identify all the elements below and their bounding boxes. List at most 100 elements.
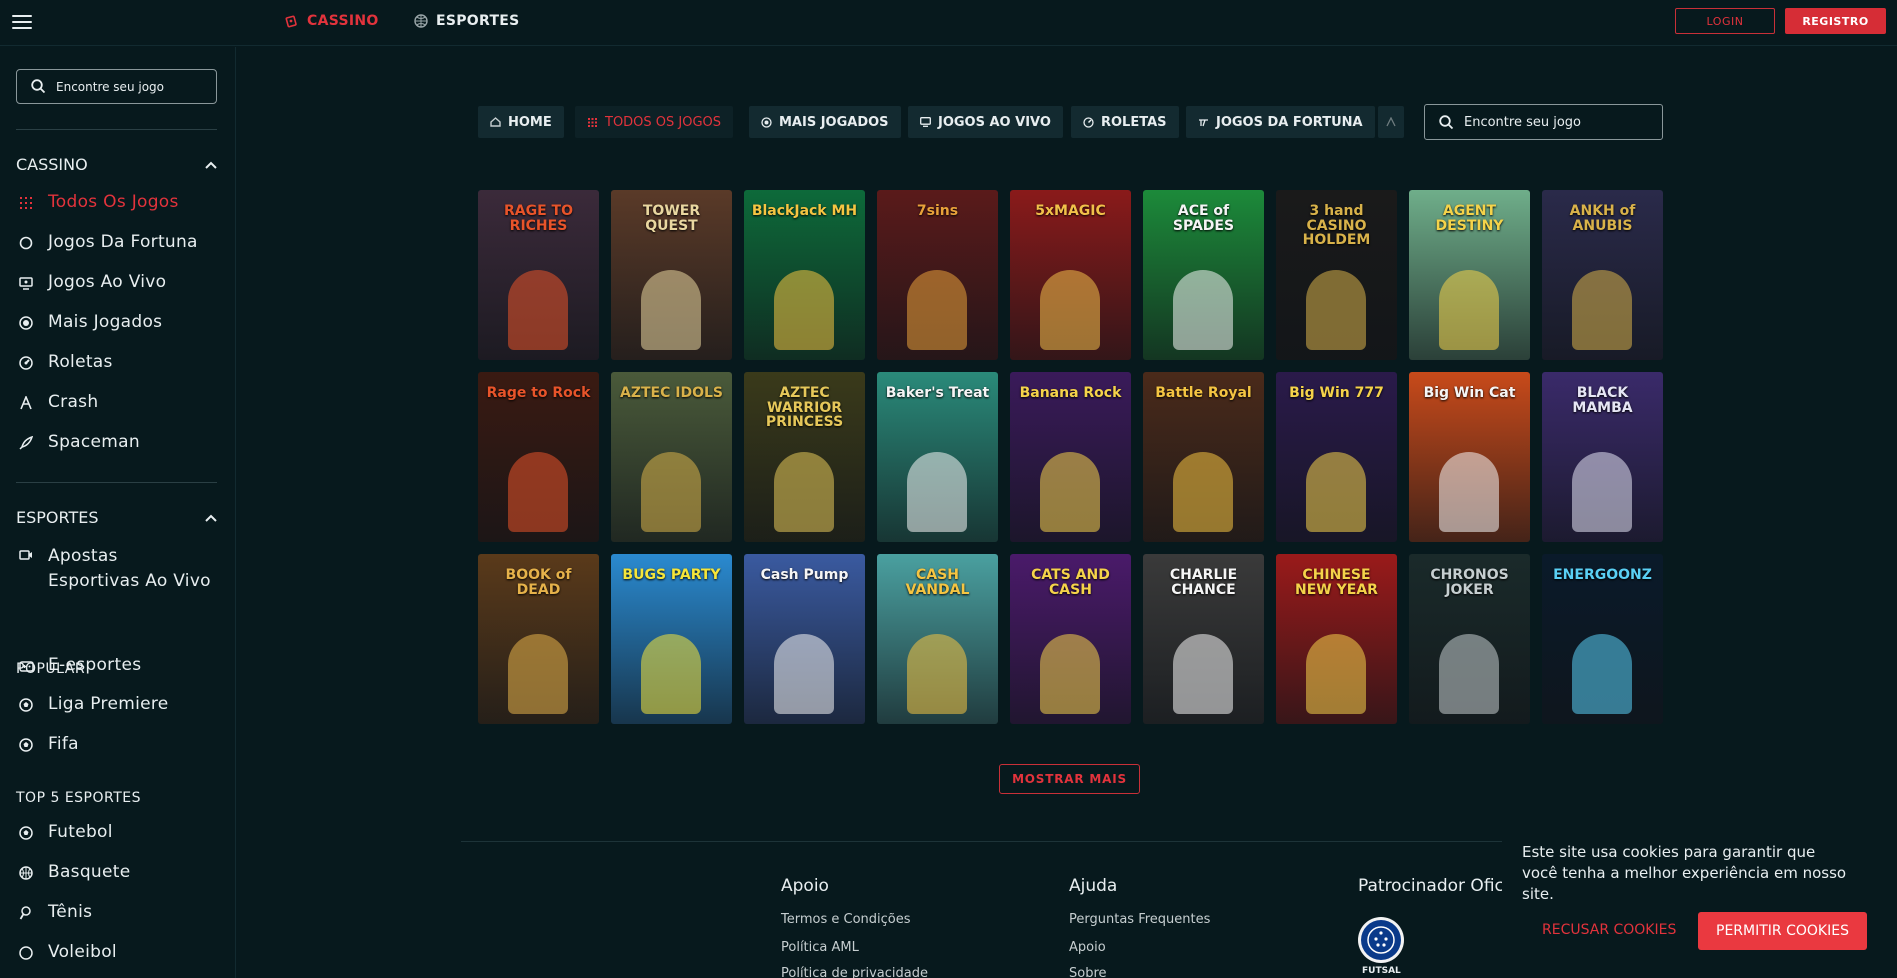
grid-icon [587, 117, 598, 128]
game-tile[interactable]: ANKH of ANUBIS [1542, 190, 1663, 360]
reject-cookies-button[interactable]: RECUSAR COOKIES [1542, 922, 1676, 938]
tennis-icon [18, 905, 34, 921]
nav-esportes[interactable]: ESPORTES [414, 13, 520, 29]
esportes-section-header[interactable]: ESPORTES [16, 508, 217, 527]
sidebar-item-fifa[interactable]: Fifa [18, 734, 79, 754]
tab-roletas[interactable]: ROLETAS [1071, 106, 1179, 138]
game-art [907, 270, 967, 350]
game-tile[interactable]: CATS AND CASH [1010, 554, 1131, 724]
game-title: CASH VANDAL [905, 567, 970, 598]
login-button[interactable]: LOGIN [1675, 8, 1775, 34]
footer-link[interactable]: Perguntas Frequentes [1069, 912, 1210, 927]
tab-mais-jogados[interactable]: MAIS JOGADOS [749, 106, 901, 138]
top5-header: TOP 5 ESPORTES [16, 790, 142, 806]
game-art [1306, 452, 1366, 532]
game-tile[interactable]: AGENT DESTINY [1409, 190, 1530, 360]
apostas-line2: Esportivas Ao Vivo [48, 571, 211, 591]
sidebar-item-label: Crash [48, 392, 99, 412]
soccer-ball-icon [18, 697, 34, 713]
sidebar-item-jogos-da-fortuna[interactable]: Jogos Da Fortuna [18, 232, 198, 252]
game-tile[interactable]: ENERGOONZ [1542, 554, 1663, 724]
sidebar-item-todos-os-jogos[interactable]: Todos Os Jogos [18, 192, 179, 212]
game-tile[interactable]: BLACK MAMBA [1542, 372, 1663, 542]
game-tile[interactable]: 5xMAGIC [1010, 190, 1131, 360]
game-title: 7sins [916, 203, 959, 219]
sidebar-item-tenis[interactable]: Tênis [18, 902, 92, 922]
game-tile[interactable]: Banana Rock [1010, 372, 1131, 542]
game-tile[interactable]: Baker's Treat [877, 372, 998, 542]
game-tile[interactable]: BUGS PARTY [611, 554, 732, 724]
game-title: CHARLIE CHANCE [1169, 567, 1238, 598]
cassino-section-header[interactable]: CASSINO [16, 155, 217, 174]
game-tile[interactable]: Cash Pump [744, 554, 865, 724]
sidebar-item-futebol[interactable]: Futebol [18, 822, 113, 842]
game-art [1040, 270, 1100, 350]
footer-link[interactable]: Termos e Condições [781, 912, 911, 927]
fortune-icon [1198, 117, 1209, 128]
game-tile[interactable]: ACE of SPADES [1143, 190, 1264, 360]
sidebar-item-roletas[interactable]: Roletas [18, 352, 113, 372]
game-tile[interactable]: Big Win 777 [1276, 372, 1397, 542]
game-tile[interactable]: Battle Royal [1143, 372, 1264, 542]
game-tile[interactable]: 3 hand CASINO HOLDEM [1276, 190, 1397, 360]
footer-link[interactable]: Sobre [1069, 966, 1107, 978]
game-title: Cash Pump [760, 567, 849, 583]
footer-link[interactable]: Política de privacidade [781, 966, 928, 978]
circle-icon [18, 235, 34, 251]
game-art [1306, 634, 1366, 714]
footer-link[interactable]: Política AML [781, 940, 859, 955]
game-tile[interactable]: Big Win Cat [1409, 372, 1530, 542]
game-title: Baker's Treat [885, 385, 990, 401]
tab-jogos-ao-vivo[interactable]: JOGOS AO VIVO [908, 106, 1063, 138]
hamburger-icon[interactable] [12, 15, 32, 29]
game-art [1306, 270, 1366, 350]
game-title: Battle Royal [1155, 385, 1252, 401]
sidebar-item-basquete[interactable]: Basquete [18, 862, 131, 882]
show-more-button[interactable]: MOSTRAR MAIS [999, 764, 1140, 794]
accept-cookies-button[interactable]: PERMITIR COOKIES [1698, 912, 1867, 950]
sidebar-item-crash[interactable]: Crash [18, 392, 98, 412]
grid-icon [18, 195, 34, 211]
game-title: CHINESE NEW YEAR [1295, 567, 1378, 598]
footer-link[interactable]: Apoio [1069, 940, 1106, 955]
chevron-up-icon[interactable] [205, 161, 217, 169]
game-tile[interactable]: RAGE TO RICHES [478, 190, 599, 360]
game-tile[interactable]: CHARLIE CHANCE [1143, 554, 1264, 724]
sidebar-item-label: Tênis [48, 902, 93, 922]
game-title: CHRONOS JOKER [1430, 567, 1509, 598]
tab-todos-os-jogos[interactable]: TODOS OS JOGOS [575, 106, 734, 138]
sidebar-item-label: Voleibol [48, 942, 117, 962]
game-tile[interactable]: CHRONOS JOKER [1409, 554, 1530, 724]
sidebar-item-liga-premiere[interactable]: Liga Premiere [18, 694, 169, 714]
top-bar: CASSINO ESPORTES LOGIN REGISTRO [0, 0, 1897, 46]
game-tile[interactable]: CASH VANDAL [877, 554, 998, 724]
sidebar-item-spaceman[interactable]: Spaceman [18, 432, 140, 452]
game-tile[interactable]: BlackJack MH [744, 190, 865, 360]
register-button[interactable]: REGISTRO [1785, 8, 1886, 34]
target-icon [761, 116, 772, 128]
sidebar-item-label: Mais Jogados [48, 312, 163, 332]
game-tile[interactable]: BOOK of DEAD [478, 554, 599, 724]
game-tile[interactable]: 7sins [877, 190, 998, 360]
game-tile[interactable]: Rage to Rock [478, 372, 599, 542]
game-art [641, 452, 701, 532]
sidebar-item-label: Futebol [48, 822, 113, 842]
tab-home[interactable]: HOME [478, 106, 564, 138]
game-tile[interactable]: TOWER QUEST [611, 190, 732, 360]
chevron-up-icon[interactable] [205, 514, 217, 522]
sidebar-search-input[interactable]: Encontre seu jogo [16, 69, 217, 104]
tab-overflow[interactable] [1378, 106, 1404, 138]
search-icon [1439, 114, 1454, 129]
sidebar-item-apostas-ao-vivo[interactable]: Apostas Esportivas Ao Vivo [18, 544, 211, 594]
game-tile[interactable]: AZTEC IDOLS [611, 372, 732, 542]
sidebar-item-label: Fifa [48, 734, 79, 754]
sidebar-item-mais-jogados[interactable]: Mais Jogados [18, 312, 162, 332]
tab-jogos-da-fortuna[interactable]: JOGOS DA FORTUNA [1186, 106, 1375, 138]
game-tile[interactable]: AZTEC WARRIOR PRINCESS [744, 372, 865, 542]
sidebar-item-label: Liga Premiere [48, 694, 169, 714]
main-search-input[interactable]: Encontre seu jogo [1424, 104, 1663, 140]
sidebar-item-jogos-ao-vivo[interactable]: Jogos Ao Vivo [18, 272, 166, 292]
sidebar-item-voleibol[interactable]: Voleibol [18, 942, 117, 962]
game-tile[interactable]: CHINESE NEW YEAR [1276, 554, 1397, 724]
nav-cassino[interactable]: CASSINO [285, 13, 379, 29]
